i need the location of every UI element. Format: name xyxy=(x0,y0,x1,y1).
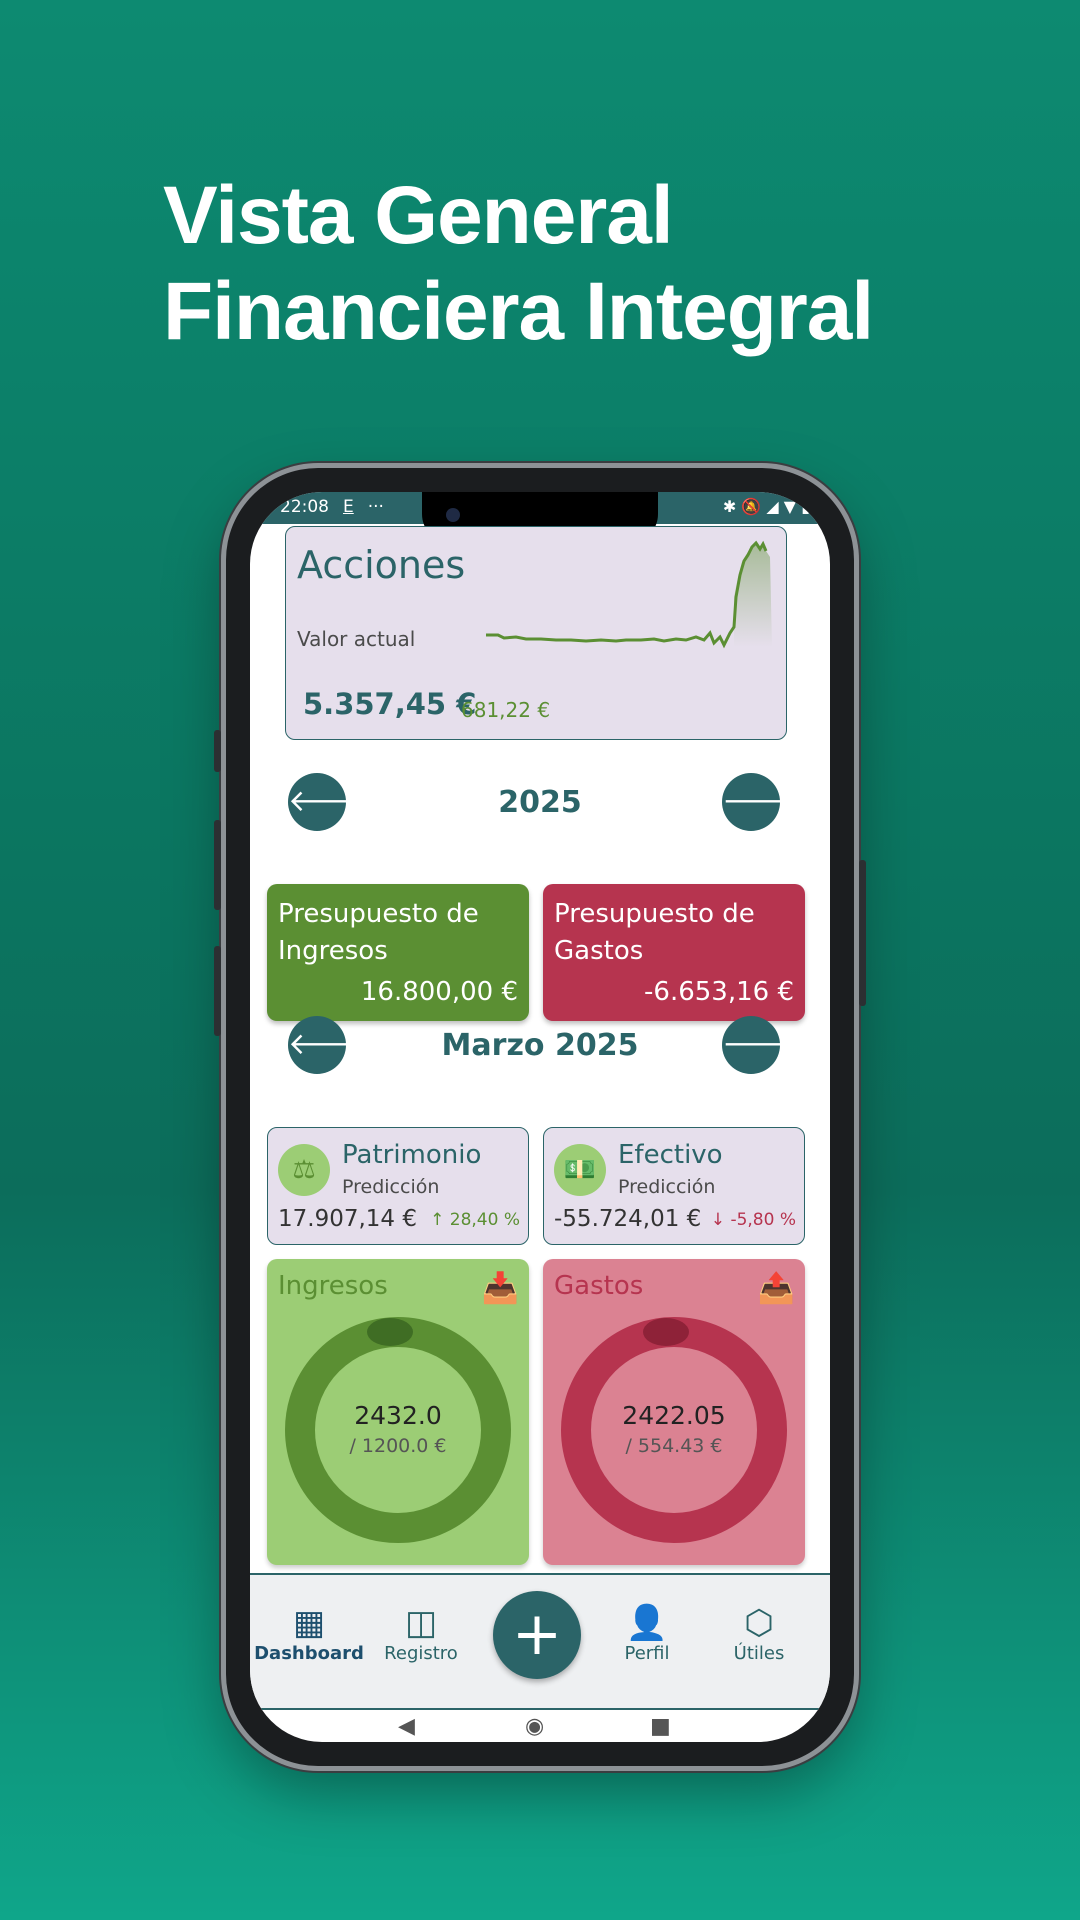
patrimonio-change: ↑ 28,40 % xyxy=(430,1210,520,1230)
phone-volume-up-button xyxy=(214,820,221,910)
ingresos-title: Ingresos xyxy=(278,1271,388,1301)
month-navigator: 🡐 Marzo 2025 🡒 xyxy=(250,1016,830,1076)
nav-registro-label: Registro xyxy=(384,1643,458,1664)
expense-budget-value: -6.653,16 € xyxy=(644,977,794,1007)
acciones-value: 5.357,45 € xyxy=(303,687,477,721)
dashboard-icon: ▦ xyxy=(292,1603,326,1643)
ingresos-amount: 2432.0 xyxy=(354,1401,442,1430)
headline-line-2: Financiera Integral xyxy=(163,266,874,357)
gastos-gauge xyxy=(561,1317,787,1543)
gastos-gauge-card[interactable]: Gastos 📤 2422.05 / 554.43 € xyxy=(543,1259,805,1565)
year-navigator: 🡐 2025 🡒 xyxy=(250,773,830,833)
next-month-button[interactable]: 🡒 xyxy=(722,1016,802,1074)
chart-icon: ◫ xyxy=(404,1603,438,1643)
nav-utiles-label: Útiles xyxy=(733,1643,785,1664)
app-notification-icon: E xyxy=(343,497,354,517)
efectivo-title: Efectivo xyxy=(618,1140,723,1170)
income-budget-title: Presupuesto de Ingresos xyxy=(278,899,479,966)
phone-frame: 22:08 E ··· ✱ 🔕 ◢ ▼ ▮ Acciones Valor act… xyxy=(214,468,866,1766)
app-screen: 22:08 E ··· ✱ 🔕 ◢ ▼ ▮ Acciones Valor act… xyxy=(250,492,830,1742)
phone-mute-button xyxy=(214,730,221,772)
headline: Vista General Financiera Integral xyxy=(163,168,874,360)
cash-icon: 💵 xyxy=(554,1144,606,1196)
wallet-out-icon: 📤 xyxy=(757,1271,795,1306)
ingresos-gauge-card[interactable]: Ingresos 📥 2432.0 / 1200.0 € xyxy=(267,1259,529,1565)
headline-line-1: Vista General xyxy=(163,170,674,261)
patrimonio-card[interactable]: ⚖ Patrimonio Predicción 17.907,14 € ↑ 28… xyxy=(267,1127,529,1245)
nav-perfil[interactable]: 👤 Perfil xyxy=(592,1603,702,1664)
bottom-navigation: ▦ Dashboard ◫ Registro + 👤 Perfil ⬡ Útil… xyxy=(250,1573,830,1710)
status-icons: ✱ 🔕 ◢ ▼ ▮ xyxy=(723,497,810,516)
acciones-delta: 681,22 € xyxy=(461,698,551,722)
nav-dashboard[interactable]: ▦ Dashboard xyxy=(254,1603,364,1664)
arrow-right-icon: 🡒 xyxy=(722,784,803,819)
ingresos-budget: / 1200.0 € xyxy=(349,1435,447,1457)
gastos-title: Gastos xyxy=(554,1271,644,1301)
person-icon: 👤 xyxy=(625,1603,669,1643)
back-icon[interactable]: ◀ xyxy=(398,1714,415,1739)
system-navigation: ◀ ◉ ■ xyxy=(250,1708,830,1742)
patrimonio-value: 17.907,14 € xyxy=(278,1206,417,1232)
acciones-line xyxy=(486,540,768,649)
acciones-sparkline xyxy=(486,540,772,649)
efectivo-card[interactable]: 💵 Efectivo Predicción -55.724,01 € ↓ -5,… xyxy=(543,1127,805,1245)
expense-budget-card[interactable]: Presupuesto de Gastos -6.653,16 € xyxy=(543,884,805,1021)
status-right-icons: ✱ 🔕 ◢ ▼ ▮ xyxy=(722,497,810,516)
income-budget-value: 16.800,00 € xyxy=(360,977,518,1007)
patrimonio-subtitle: Predicción xyxy=(342,1176,440,1198)
scale-icon: ⚖ xyxy=(278,1144,330,1196)
nav-perfil-label: Perfil xyxy=(624,1643,670,1664)
status-time: 22:08 xyxy=(280,497,329,517)
wallet-in-icon: 📥 xyxy=(481,1271,519,1306)
efectivo-subtitle: Predicción xyxy=(618,1176,716,1198)
patrimonio-title: Patrimonio xyxy=(342,1140,482,1170)
ingresos-gauge xyxy=(285,1317,511,1543)
recents-icon[interactable]: ■ xyxy=(650,1714,671,1739)
gastos-budget: / 554.43 € xyxy=(625,1435,723,1457)
add-button[interactable]: + xyxy=(493,1591,581,1679)
expense-budget-title: Presupuesto de Gastos xyxy=(554,899,755,966)
nav-dashboard-label: Dashboard xyxy=(254,1643,364,1664)
more-notifications-icon: ··· xyxy=(367,497,384,517)
front-camera xyxy=(446,508,460,522)
hexagon-icon: ⬡ xyxy=(744,1603,774,1643)
home-icon[interactable]: ◉ xyxy=(525,1714,544,1739)
efectivo-value: -55.724,01 € xyxy=(554,1206,702,1232)
acciones-title: Acciones xyxy=(297,543,466,587)
nav-registro[interactable]: ◫ Registro xyxy=(366,1603,476,1664)
phone-volume-down-button xyxy=(214,946,221,1036)
acciones-card[interactable]: Acciones Valor actual 5.357,45 € 681,22 … xyxy=(285,526,787,740)
nav-utiles[interactable]: ⬡ Útiles xyxy=(704,1603,814,1664)
acciones-subtitle: Valor actual xyxy=(297,627,416,651)
next-year-button[interactable]: 🡒 xyxy=(722,773,802,831)
income-budget-card[interactable]: Presupuesto de Ingresos 16.800,00 € xyxy=(267,884,529,1021)
efectivo-change: ↓ -5,80 % xyxy=(710,1210,796,1230)
gastos-amount: 2422.05 xyxy=(622,1401,726,1430)
phone-power-button xyxy=(859,860,866,1006)
arrow-right-icon: 🡒 xyxy=(722,1027,803,1062)
